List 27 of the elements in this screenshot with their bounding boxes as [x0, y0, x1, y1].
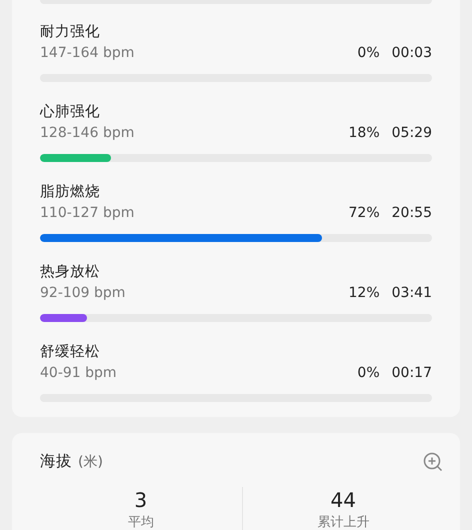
- zone-name: 耐力强化: [40, 23, 101, 42]
- heart-rate-range: 40-91 bpm: [40, 364, 118, 383]
- unit-label: (米): [78, 454, 103, 470]
- zone-duration: 05:29: [392, 124, 432, 143]
- zone-percent: 18%: [348, 124, 380, 143]
- zone-name: 热身放松: [40, 263, 101, 282]
- zone-duration: 03:41: [392, 284, 432, 303]
- zone-duration: 00:03: [392, 44, 432, 63]
- stat-label: 累计上升: [317, 514, 370, 530]
- stat-label: 平均: [128, 514, 154, 530]
- zone-name: 心肺强化: [40, 102, 101, 122]
- heart-rate-range: 92-109 bpm: [40, 284, 126, 303]
- heart-rate-range: 147-164 bpm: [40, 44, 136, 63]
- zoom-in-icon[interactable]: [422, 450, 444, 472]
- zone-name: 舒缓轻松: [40, 343, 101, 362]
- zone-percent: 0%: [357, 364, 380, 383]
- zone-percent: 72%: [348, 204, 380, 223]
- zone-percent: 12%: [348, 284, 380, 303]
- stat-value: 3: [134, 487, 148, 513]
- heart-rate-range: 128-146 bpm: [40, 124, 136, 143]
- zone-percent: 0%: [357, 44, 380, 63]
- stat-value: 44: [330, 487, 356, 513]
- heart-rate-range: 110-127 bpm: [40, 204, 136, 223]
- zone-name: 脂肪燃烧: [40, 183, 101, 202]
- zone-duration: 00:17: [392, 364, 432, 383]
- section-title: 海拔: [40, 452, 72, 470]
- zone-duration: 20:55: [392, 204, 432, 223]
